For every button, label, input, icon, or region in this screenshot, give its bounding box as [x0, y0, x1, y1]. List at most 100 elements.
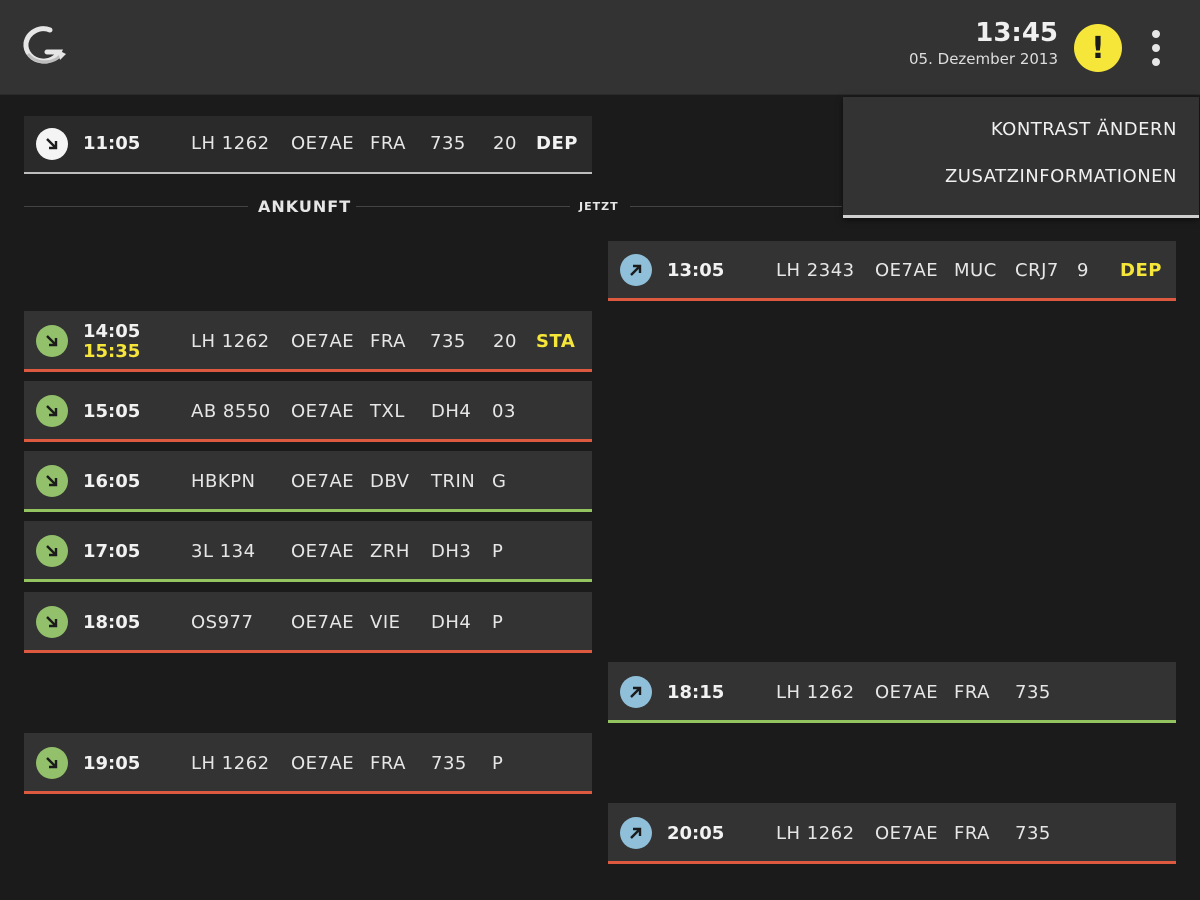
departure-arrow-icon: [620, 254, 652, 286]
arrival-arrow-icon: [36, 747, 68, 779]
departure-card[interactable]: 20:05 LH 1262 OE7AE FRA 735: [608, 803, 1176, 864]
aircraft-type: TRIN: [431, 471, 476, 492]
airport: DBV: [370, 471, 410, 492]
kebab-dot-icon: [1152, 30, 1160, 38]
options-menu: KONTRAST ÄNDERN ZUSATZINFORMATIONEN: [843, 97, 1199, 218]
arrival-card[interactable]: 17:05 3L 134 OE7AE ZRH DH3 P: [24, 521, 592, 582]
stand: 20: [493, 133, 517, 154]
flight-time: 18:15: [667, 682, 725, 703]
arrival-card[interactable]: 14:05 15:35 LH 1262 OE7AE FRA 735 20 STA: [24, 311, 592, 372]
timeline-divider: [356, 206, 570, 207]
registration: OE7AE: [291, 471, 355, 492]
registration: OE7AE: [291, 401, 355, 422]
arrival-card[interactable]: 15:05 AB 8550 OE7AE TXL DH4 03: [24, 381, 592, 442]
registration: OE7AE: [875, 823, 939, 844]
departure-arrow-icon: [620, 676, 652, 708]
timeline-divider: [630, 206, 842, 207]
departure-card[interactable]: 13:05 LH 2343 OE7AE MUC CRJ7 9 DEP: [608, 241, 1176, 301]
arrival-arrow-icon: [36, 128, 68, 160]
flight-time: 15:05: [83, 401, 141, 422]
airport: MUC: [954, 260, 997, 281]
arrival-arrow-icon: [36, 606, 68, 638]
stand: P: [492, 612, 504, 633]
kebab-dot-icon: [1152, 58, 1160, 66]
kebab-dot-icon: [1152, 44, 1160, 52]
stand: P: [492, 541, 504, 562]
aircraft-type: DH4: [431, 612, 472, 633]
flight-number: LH 2343: [776, 260, 855, 281]
flight-number: LH 1262: [776, 823, 855, 844]
aircraft-type: 735: [430, 331, 466, 352]
flight-time: 17:05: [83, 541, 141, 562]
timeline-divider: [24, 206, 248, 207]
registration: OE7AE: [291, 331, 355, 352]
app-logo-icon[interactable]: [20, 24, 68, 68]
clock-date: 05. Dezember 2013: [909, 50, 1058, 68]
arrival-card[interactable]: 18:05 OS977 OE7AE VIE DH4 P: [24, 592, 592, 653]
arrival-arrow-icon: [36, 535, 68, 567]
app-header: 13:45 05. Dezember 2013 !: [0, 0, 1200, 95]
flight-time: 11:05: [83, 133, 141, 154]
registration: OE7AE: [875, 682, 939, 703]
airport: FRA: [370, 133, 406, 154]
flight-time: 14:05: [83, 321, 141, 342]
flight-time-revised: 15:35: [83, 341, 141, 362]
flight-number: 3L 134: [191, 541, 256, 562]
arrival-arrow-icon: [36, 395, 68, 427]
airport: FRA: [370, 331, 406, 352]
flight-number: LH 1262: [191, 753, 270, 774]
arrival-arrow-icon: [36, 325, 68, 357]
airport: FRA: [370, 753, 406, 774]
aircraft-type: DH4: [431, 401, 472, 422]
flight-time: 18:05: [83, 612, 141, 633]
departure-arrow-icon: [620, 817, 652, 849]
alert-button[interactable]: !: [1074, 24, 1122, 72]
aircraft-type: CRJ7: [1015, 260, 1059, 281]
flight-status: DEP: [1120, 260, 1162, 281]
flight-number: OS977: [191, 612, 254, 633]
clock: 13:45 05. Dezember 2013: [909, 18, 1058, 70]
airport: TXL: [370, 401, 405, 422]
airport: FRA: [954, 823, 990, 844]
now-label: JETZT: [579, 200, 619, 213]
current-flight-card[interactable]: 11:05 LH 1262 OE7AE FRA 735 20 DEP: [24, 116, 592, 174]
arrivals-label: ANKUNFT: [258, 197, 352, 216]
aircraft-type: 735: [1015, 823, 1051, 844]
airport: ZRH: [370, 541, 410, 562]
more-options-button[interactable]: [1142, 26, 1170, 70]
registration: OE7AE: [291, 133, 355, 154]
menu-item-contrast[interactable]: KONTRAST ÄNDERN: [991, 119, 1177, 140]
airport: VIE: [370, 612, 401, 633]
aircraft-type: 735: [431, 753, 467, 774]
stand: G: [492, 471, 507, 492]
registration: OE7AE: [291, 541, 355, 562]
aircraft-type: DH3: [431, 541, 472, 562]
stand: 9: [1077, 260, 1089, 281]
aircraft-type: 735: [430, 133, 466, 154]
stand: 03: [492, 401, 516, 422]
clock-time: 13:45: [975, 18, 1058, 48]
menu-item-additional-info[interactable]: ZUSATZINFORMATIONEN: [945, 166, 1177, 187]
flight-status: DEP: [536, 133, 578, 154]
flight-time: 16:05: [83, 471, 141, 492]
departure-card[interactable]: 18:15 LH 1262 OE7AE FRA 735: [608, 662, 1176, 723]
stand: P: [492, 753, 504, 774]
flight-time: 13:05: [667, 260, 725, 281]
flight-number: LH 1262: [776, 682, 855, 703]
flight-time: 20:05: [667, 823, 725, 844]
exclamation-icon: !: [1091, 30, 1105, 66]
flight-number: AB 8550: [191, 401, 271, 422]
arrival-arrow-icon: [36, 465, 68, 497]
aircraft-type: 735: [1015, 682, 1051, 703]
flight-number: HBKPN: [191, 471, 256, 492]
arrival-card[interactable]: 16:05 HBKPN OE7AE DBV TRIN G: [24, 451, 592, 512]
arrival-card[interactable]: 19:05 LH 1262 OE7AE FRA 735 P: [24, 733, 592, 794]
flight-status: STA: [536, 331, 576, 352]
stand: 20: [493, 331, 517, 352]
flight-time: 19:05: [83, 753, 141, 774]
airport: FRA: [954, 682, 990, 703]
flight-number: LH 1262: [191, 133, 270, 154]
registration: OE7AE: [875, 260, 939, 281]
registration: OE7AE: [291, 612, 355, 633]
registration: OE7AE: [291, 753, 355, 774]
